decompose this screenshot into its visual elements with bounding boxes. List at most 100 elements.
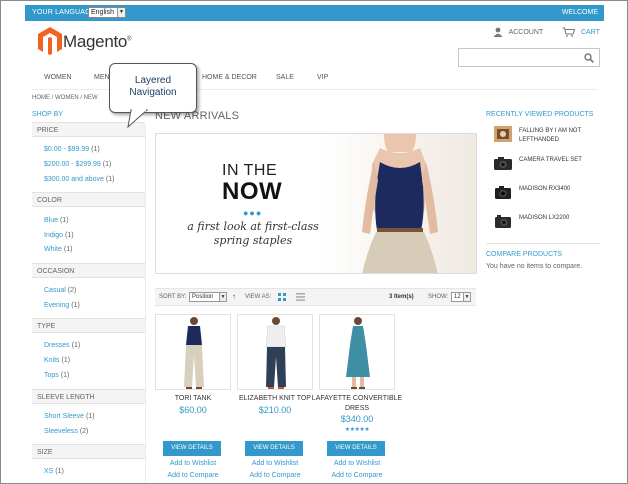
logo-wordmark[interactable]: Magento® — [63, 32, 131, 52]
sidebar-divider — [145, 125, 146, 483]
hero-model-image — [322, 134, 476, 273]
filter-option[interactable]: Blue (1) — [44, 217, 69, 224]
filter-option-label: Tops — [44, 372, 59, 379]
welcome-text: WELCOME — [561, 9, 598, 16]
product-photo — [184, 317, 204, 389]
add-to-compare-link[interactable]: Add to Compare — [309, 472, 405, 479]
product-price: $210.00 — [258, 405, 292, 415]
filter-option-label: Blue — [44, 217, 59, 224]
filter-option[interactable]: Evening (1) — [44, 302, 80, 309]
filter-option[interactable]: Indigo (1) — [44, 232, 74, 239]
hero-dots: ●●● — [243, 208, 263, 218]
sort-direction-icon[interactable]: ↑ — [232, 292, 236, 301]
list-view-icon[interactable] — [296, 293, 305, 301]
show-label: SHOW: — [428, 294, 449, 300]
nav-item-sale[interactable]: SALE — [276, 74, 294, 81]
chevron-down-icon: ▼ — [463, 293, 470, 301]
account-link[interactable]: ACCOUNT — [493, 27, 543, 37]
cart-link[interactable]: CART — [562, 27, 600, 37]
filter-option-count: (1) — [71, 342, 81, 349]
add-to-wishlist-link[interactable]: Add to Wishlist — [309, 460, 405, 467]
language-select[interactable]: English ▼ — [88, 7, 126, 18]
cart-icon — [562, 27, 575, 37]
filter-option-count: (2) — [67, 287, 77, 294]
callout-pointer — [127, 109, 149, 129]
nav-item-men[interactable]: MEN — [94, 74, 110, 81]
nav-item-home-decor[interactable]: HOME & DECOR — [202, 74, 257, 81]
filter-option[interactable]: $200.00 - $299.99 (1) — [44, 161, 111, 168]
account-label: ACCOUNT — [508, 28, 544, 36]
filter-option-label: Indigo — [44, 232, 64, 239]
filter-header-sleeve-length: SLEEVE LENGTH — [32, 389, 145, 404]
filter-header-color: COLOR — [32, 192, 145, 207]
item-count: 3 Item(s) — [389, 294, 414, 300]
view-details-button[interactable]: VIEW DETAILS — [163, 441, 221, 456]
product-toolbar: SORT BY: Position ▼ ↑ VIEW AS: 3 Item(s)… — [155, 288, 476, 306]
filter-option[interactable]: Knits (1) — [44, 357, 70, 364]
top-bar: YOUR LANGUAGE: English ▼ WELCOME — [25, 5, 604, 21]
filter-option[interactable]: Sleeveless (2) — [44, 428, 88, 435]
filter-header-occasion: OCCASION — [32, 263, 145, 278]
sort-by-label: SORT BY: — [159, 294, 187, 300]
compare-products-title: COMPARE PRODUCTS — [486, 251, 563, 258]
hero-line-2: NOW — [222, 178, 283, 205]
filter-option[interactable]: $300.00 and above (1) — [44, 176, 114, 183]
filter-option-count: (1) — [63, 246, 73, 253]
registered-mark: ® — [127, 36, 132, 43]
filter-option[interactable]: Casual (2) — [44, 287, 76, 294]
page-frame: YOUR LANGUAGE: English ▼ WELCOME Magento… — [0, 0, 628, 484]
product-thumbnail — [495, 186, 511, 199]
filter-option-count: (1) — [102, 161, 112, 168]
filter-header-type: TYPE — [32, 318, 145, 333]
filter-option-count: (1) — [55, 468, 64, 475]
product-image[interactable] — [155, 314, 231, 390]
filter-option[interactable]: Tops (1) — [44, 372, 69, 379]
view-details-button[interactable]: VIEW DETAILS — [245, 441, 303, 456]
recently-viewed-name: MADISON RX3400 — [519, 186, 571, 192]
product-photo — [346, 317, 370, 389]
filter-option-count: (1) — [86, 413, 95, 420]
filter-option-count: (1) — [91, 146, 100, 153]
filter-option-label: Knits — [44, 357, 60, 364]
hero-subtitle-1: a first look at first-class — [187, 220, 319, 233]
search-input[interactable] — [458, 48, 600, 67]
filter-option-count: (1) — [71, 302, 80, 309]
callout-line-1: Layered — [134, 75, 172, 86]
product-image[interactable] — [237, 314, 313, 390]
filter-option-count: (1) — [61, 357, 71, 364]
product-image[interactable] — [319, 314, 395, 390]
view-details-button[interactable]: VIEW DETAILS — [327, 441, 385, 456]
filter-option-label: White — [44, 246, 62, 253]
filter-option[interactable]: Dresses (1) — [44, 342, 80, 349]
chevron-down-icon: ▼ — [219, 293, 226, 301]
grid-view-icon[interactable] — [278, 293, 286, 301]
filter-option-count: (1) — [105, 176, 115, 183]
product-thumbnail — [494, 157, 512, 170]
filter-option-label: Dresses — [44, 342, 70, 349]
recently-viewed-name: CAMERA TRAVEL SET — [519, 157, 582, 163]
filter-option[interactable]: XS (1) — [44, 468, 64, 475]
breadcrumb[interactable]: HOME / WOMEN / NEW — [32, 95, 98, 101]
filter-option[interactable]: $0.00 - $99.99 (1) — [44, 146, 100, 153]
filter-option[interactable]: Short Sleeve (1) — [44, 413, 95, 420]
search-icon[interactable] — [584, 53, 594, 63]
hero-banner[interactable]: IN THE NOW ●●● a first look at first-cla… — [155, 133, 477, 274]
show-value: 12 — [454, 294, 461, 300]
sort-by-select[interactable]: Position ▼ — [189, 292, 227, 302]
nav-item-women[interactable]: WOMEN — [44, 74, 72, 81]
filter-option-count: (1) — [60, 372, 70, 379]
filter-option-label: $300.00 and above — [44, 176, 104, 183]
sort-by-value: Position — [192, 294, 214, 300]
chevron-down-icon: ▼ — [117, 8, 125, 17]
hero-subtitle-2: spring staples — [213, 234, 293, 247]
nav-item-vip[interactable]: VIP — [317, 74, 328, 81]
logo-icon[interactable] — [37, 26, 63, 56]
right-column-divider — [486, 243, 600, 244]
show-select[interactable]: 12 ▼ — [451, 292, 471, 302]
product-name[interactable]: LAFAYETTE CONVERTIBLE DRESS — [309, 394, 405, 414]
product-price: $60.00 — [179, 405, 207, 415]
filter-header-size: SIZE — [32, 444, 145, 459]
recently-viewed-name: MADISON LX2200 — [519, 215, 570, 221]
filter-option-label: Evening — [44, 302, 70, 309]
filter-option[interactable]: White (1) — [44, 246, 72, 253]
